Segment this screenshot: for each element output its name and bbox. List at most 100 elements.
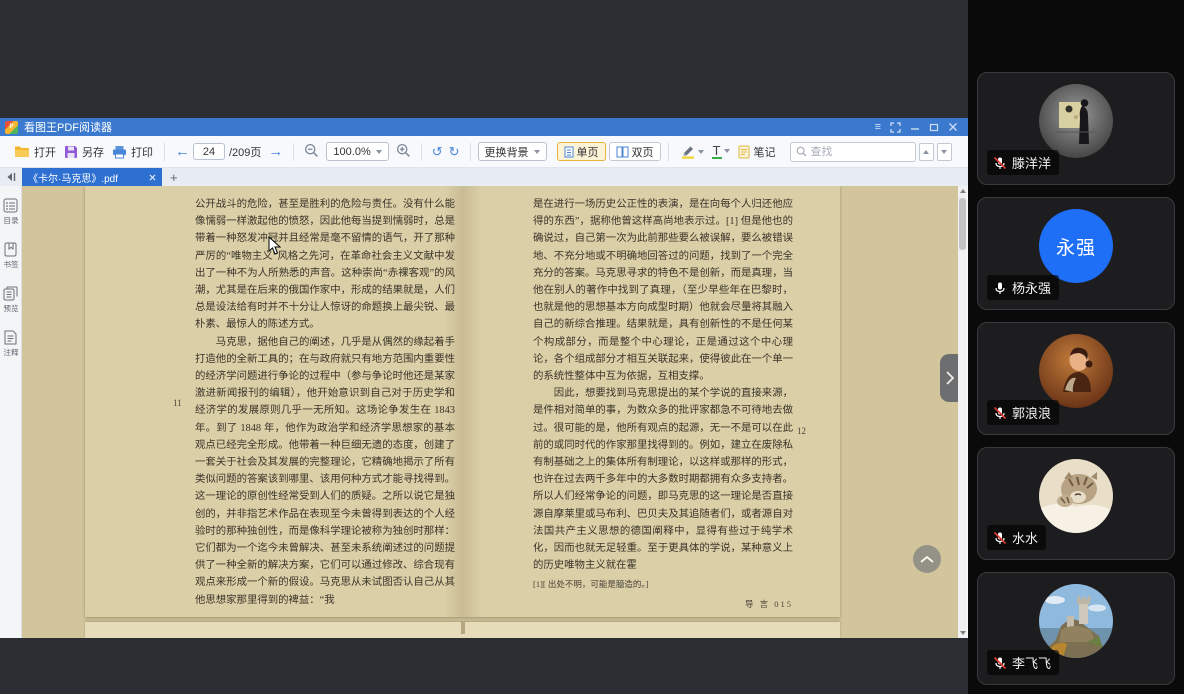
mic-muted-icon <box>993 156 1007 169</box>
zoom-level-value: 100.0% <box>333 145 371 158</box>
search-box <box>789 141 916 162</box>
reader-content: 目录 书签 预览 注释 公开战斗的危险，甚至是胜利的危险与责任。没有什么能像懦弱… <box>0 186 968 638</box>
mic-muted-icon <box>993 656 1007 669</box>
book-spread: 公开战斗的危险，甚至是胜利的危险与责任。没有什么能像懦弱一样激起他的愤怒，因此他… <box>85 186 840 617</box>
participant-name-badge: 滕洋洋 <box>987 150 1060 175</box>
next-page-flip-button[interactable] <box>940 354 958 402</box>
avatar: 永强 <box>1039 209 1113 283</box>
save-as-label: 另存 <box>82 146 104 159</box>
zoom-out-icon[interactable] <box>301 143 322 161</box>
prev-page-arrow-icon[interactable]: ← <box>172 144 193 159</box>
avatar <box>1039 334 1113 408</box>
sidebar-item-preview[interactable]: 预览 <box>3 286 19 314</box>
participant-name-badge: 水水 <box>987 525 1047 550</box>
menu-icon[interactable]: ≡ <box>875 121 881 133</box>
zoom-level-select[interactable]: 100.0% <box>326 142 389 161</box>
sidebar-label-bookmarks: 书签 <box>2 260 19 269</box>
participant-name-badge: 杨永强 <box>987 275 1060 300</box>
find-previous-button[interactable] <box>918 142 934 161</box>
sidebar-item-toc[interactable]: 目录 <box>3 198 19 226</box>
page-total-label: /209页 <box>229 146 262 159</box>
open-button[interactable]: 打开 <box>10 141 60 163</box>
participant-name: 郭浪浪 <box>1012 406 1052 421</box>
document-viewport[interactable]: 公开战斗的危险，甚至是胜利的危险与责任。没有什么能像懦弱一样激起他的愤怒，因此他… <box>22 186 958 638</box>
scrollbar-thumb[interactable] <box>959 198 966 250</box>
window-title: 看图王PDF阅读器 <box>24 122 112 134</box>
next-spread-edge <box>85 622 840 638</box>
scroll-up-arrow[interactable] <box>958 186 967 196</box>
participant-tile[interactable]: 滕洋洋 <box>977 72 1175 185</box>
zoom-in-icon[interactable] <box>393 143 414 161</box>
paragraph: 因此，想要找到马克思提出的某个学说的直接来源，是件相对简单的事，为数众多的批评家… <box>533 388 793 572</box>
back-to-top-button[interactable] <box>913 545 941 573</box>
change-background-button[interactable]: 更换背景 <box>477 142 547 161</box>
sidebar-label-annotations: 注释 <box>2 348 19 357</box>
note-label: 笔记 <box>753 146 776 159</box>
avatar <box>1039 459 1113 533</box>
document-tabbar: 《卡尔·马克思》.pdf + <box>0 168 968 186</box>
vertical-scrollbar[interactable] <box>958 186 967 638</box>
print-button[interactable]: 打印 <box>108 141 157 163</box>
single-page-toggle[interactable]: 单页 <box>556 142 606 161</box>
paragraph: 是在进行一场历史公正性的表演，是在向每个人归还他应得的东西”，据称他曾这样高尚地… <box>533 199 793 383</box>
underline-tool-button[interactable]: T <box>708 141 734 163</box>
chevron-down-icon <box>533 149 540 154</box>
note-button[interactable]: 笔记 <box>734 141 780 163</box>
chevron-up-icon <box>920 555 934 563</box>
chevron-down-icon <box>375 149 382 154</box>
participant-tile[interactable]: 郭浪浪 <box>977 322 1175 435</box>
annotation-icon <box>4 330 17 345</box>
print-label: 打印 <box>131 146 153 159</box>
next-page-arrow-icon[interactable]: → <box>265 144 286 159</box>
scroll-down-arrow[interactable] <box>958 628 967 638</box>
search-icon <box>796 146 806 157</box>
highlighter-icon <box>681 146 694 159</box>
participant-tile[interactable]: 水水 <box>977 447 1175 560</box>
participant-name: 杨永强 <box>1012 281 1052 296</box>
bookmark-icon <box>4 242 17 257</box>
double-page-label: 双页 <box>631 146 654 159</box>
folder-icon <box>15 146 29 157</box>
participant-name: 水水 <box>1012 531 1039 546</box>
pdf-reader-window: P 看图王PDF阅读器 ≡ 打开 另存 打印 ← 24 /209页 → 100.… <box>0 118 968 638</box>
rotate-right-icon[interactable]: ↻ <box>446 145 463 158</box>
participant-tile[interactable]: 永强 杨永强 <box>977 197 1175 310</box>
tab-karl-marx-pdf[interactable]: 《卡尔·马克思》.pdf <box>22 168 162 186</box>
sidebar-item-bookmarks[interactable]: 书签 <box>3 242 19 270</box>
chevron-down-icon <box>941 149 947 154</box>
maximize-icon[interactable] <box>929 122 939 132</box>
shared-screen-background: P 看图王PDF阅读器 ≡ 打开 另存 打印 ← 24 /209页 → 100.… <box>0 0 968 694</box>
note-icon <box>738 145 749 158</box>
chevron-down-icon <box>697 149 704 154</box>
find-next-button[interactable] <box>936 142 952 161</box>
collapse-tabs-icon[interactable] <box>0 172 22 182</box>
search-input[interactable] <box>810 145 903 158</box>
participant-tile[interactable]: 李飞飞 <box>977 572 1175 685</box>
sidebar-item-annotations[interactable]: 注释 <box>3 330 19 358</box>
chevron-down-icon <box>723 149 730 154</box>
underline-T-icon: T <box>711 142 722 160</box>
page-number-input[interactable] <box>193 143 225 160</box>
screen: P 看图王PDF阅读器 ≡ 打开 另存 打印 ← 24 /209页 → 100.… <box>0 0 1184 694</box>
minimize-icon[interactable] <box>910 122 920 132</box>
participant-name-badge: 李飞飞 <box>987 650 1060 675</box>
preview-icon <box>3 286 18 301</box>
avatar <box>1039 584 1113 658</box>
close-icon[interactable] <box>948 122 958 132</box>
rotate-left-icon[interactable]: ↺ <box>429 145 446 158</box>
save-as-button[interactable]: 另存 <box>60 141 108 163</box>
highlighter-tool-button[interactable] <box>676 141 708 162</box>
double-page-toggle[interactable]: 双页 <box>608 142 661 161</box>
chevron-up-icon <box>923 149 929 154</box>
double-page-icon <box>616 146 629 157</box>
participants-panel: 滕洋洋 永强 杨永强 郭浪浪 水水 李飞飞 <box>968 0 1184 694</box>
avatar <box>1039 84 1113 158</box>
single-page-icon <box>564 146 574 157</box>
margin-line-number: 12 <box>797 426 806 436</box>
fullscreen-icon[interactable] <box>890 121 901 133</box>
new-tab-button[interactable]: + <box>170 170 178 185</box>
tab-close-icon[interactable] <box>149 174 156 181</box>
right-page-text: 是在进行一场历史公正性的表演，是在向每个人归还他应得的东西”，据称他曾这样高尚地… <box>533 196 793 574</box>
participant-name-badge: 郭浪浪 <box>987 400 1060 425</box>
printer-icon <box>113 145 126 158</box>
